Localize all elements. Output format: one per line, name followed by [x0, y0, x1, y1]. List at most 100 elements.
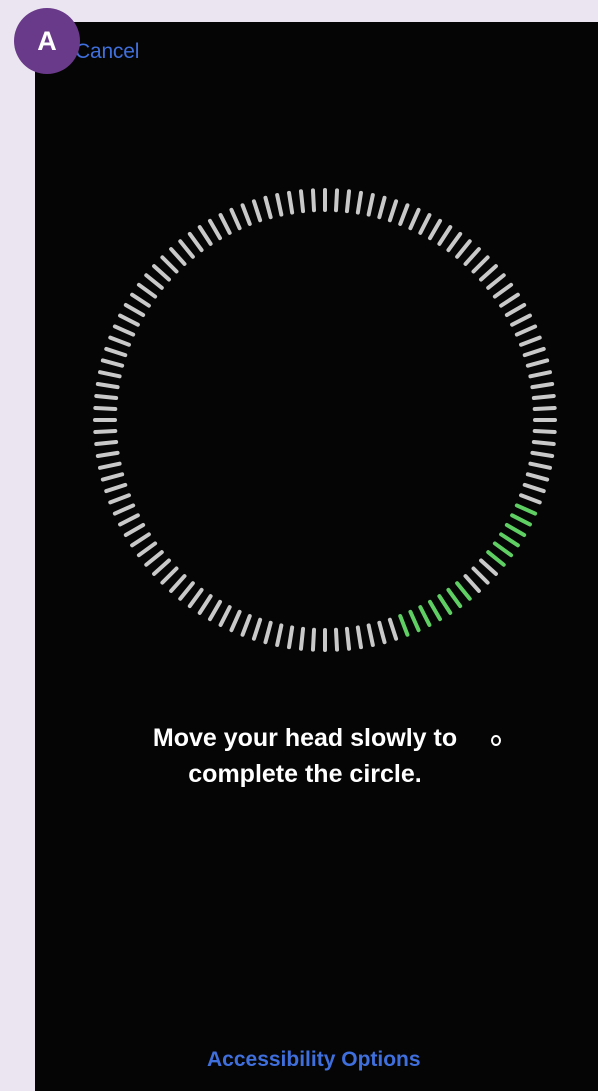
ring-tick	[528, 370, 552, 379]
ring-tick	[463, 574, 481, 593]
ring-tick	[514, 324, 538, 337]
ring-tick	[275, 193, 284, 217]
ring-tick	[197, 594, 213, 615]
ring-tick	[160, 566, 179, 585]
ring-tick	[531, 439, 556, 447]
ring-tick	[310, 188, 317, 213]
ring-tick	[479, 558, 498, 576]
ring-tick	[387, 199, 399, 223]
ring-tick	[94, 393, 119, 401]
ring-tick	[366, 623, 375, 647]
ring-tick	[532, 405, 557, 412]
ring-tick	[492, 541, 514, 558]
ring-tick	[514, 503, 538, 516]
ring-tick	[519, 493, 542, 505]
accessibility-options-button[interactable]: Accessibility Options	[207, 1048, 421, 1072]
ring-tick	[355, 625, 363, 650]
ring-tick	[112, 503, 136, 516]
ring-tick	[530, 382, 555, 390]
ring-tick	[510, 513, 532, 527]
ring-tick	[144, 273, 164, 290]
ring-tick	[208, 599, 222, 622]
ring-tick	[355, 190, 363, 215]
ring-tick	[108, 493, 131, 505]
ring-tick	[275, 623, 284, 647]
ring-tick	[104, 346, 128, 358]
ring-tick	[522, 346, 546, 358]
ring-tick	[522, 482, 546, 494]
ring-tick	[530, 450, 555, 458]
ring-tick	[437, 594, 453, 615]
ring-tick	[251, 617, 263, 641]
ring-tick	[298, 189, 306, 214]
ring-tick	[130, 292, 151, 308]
ring-tick	[112, 324, 136, 337]
ring-tick	[408, 207, 421, 231]
ring-tick	[387, 617, 399, 641]
ring-tick	[169, 247, 187, 266]
ring-tick	[428, 218, 442, 241]
ring-tick	[333, 627, 340, 652]
ring-tick	[218, 605, 232, 627]
ring-tick	[123, 303, 146, 317]
figure-label-badge: A	[14, 8, 80, 74]
ring-tick	[344, 189, 352, 214]
ring-tick	[287, 190, 295, 215]
instruction-line-1: Move your head slowly to	[152, 724, 458, 752]
ring-tick	[437, 225, 453, 246]
ring-tick	[218, 213, 232, 235]
ring-tick	[471, 566, 490, 585]
ring-tick	[333, 188, 340, 213]
ring-tick	[418, 213, 432, 235]
ring-tick	[160, 255, 179, 274]
ring-tick	[100, 358, 125, 368]
ring-tick	[455, 581, 472, 601]
ring-tick	[486, 550, 506, 567]
ring-tick	[446, 587, 463, 609]
ring-tick	[287, 625, 295, 650]
ring-tick	[187, 231, 204, 253]
ring-tick	[100, 472, 125, 482]
ring-tick	[344, 626, 352, 651]
ring-tick	[118, 513, 140, 527]
ring-tick	[377, 620, 387, 645]
ring-tick	[123, 523, 146, 537]
ring-tick	[108, 335, 131, 347]
ring-tick	[104, 482, 128, 494]
cancel-button[interactable]: Cancel	[75, 40, 139, 64]
ring-tick	[118, 313, 140, 327]
ring-tick	[93, 428, 118, 435]
ring-tick	[499, 292, 520, 308]
ring-tick	[486, 273, 506, 290]
ring-tick	[463, 247, 481, 266]
ring-tick	[263, 620, 273, 645]
ring-tick	[93, 405, 118, 412]
ring-tick	[98, 370, 122, 379]
ring-tick	[229, 207, 242, 231]
ring-tick	[499, 532, 520, 548]
ring-tick	[446, 231, 463, 253]
ring-tick	[136, 541, 158, 558]
ring-tick	[531, 393, 556, 401]
ring-tick	[144, 550, 164, 567]
ring-tick	[366, 193, 375, 217]
ring-tick	[94, 439, 119, 447]
ring-tick	[240, 203, 252, 226]
ring-tick	[525, 472, 550, 482]
face-scan-progress-ring	[93, 188, 557, 652]
ring-tick	[492, 282, 514, 299]
ring-tick	[398, 203, 410, 226]
ring-tick	[240, 614, 252, 637]
ring-tick	[528, 461, 552, 470]
ring-tick	[152, 264, 171, 282]
ring-tick	[408, 609, 421, 633]
ring-tick	[136, 282, 158, 299]
ring-tick	[504, 523, 527, 537]
ring-tick	[428, 599, 442, 622]
ring-tick	[187, 587, 204, 609]
ring-tick	[98, 461, 122, 470]
ring-tick	[418, 605, 432, 627]
ring-tick	[479, 264, 498, 282]
ring-tick	[229, 609, 242, 633]
ring-tick	[178, 581, 195, 601]
